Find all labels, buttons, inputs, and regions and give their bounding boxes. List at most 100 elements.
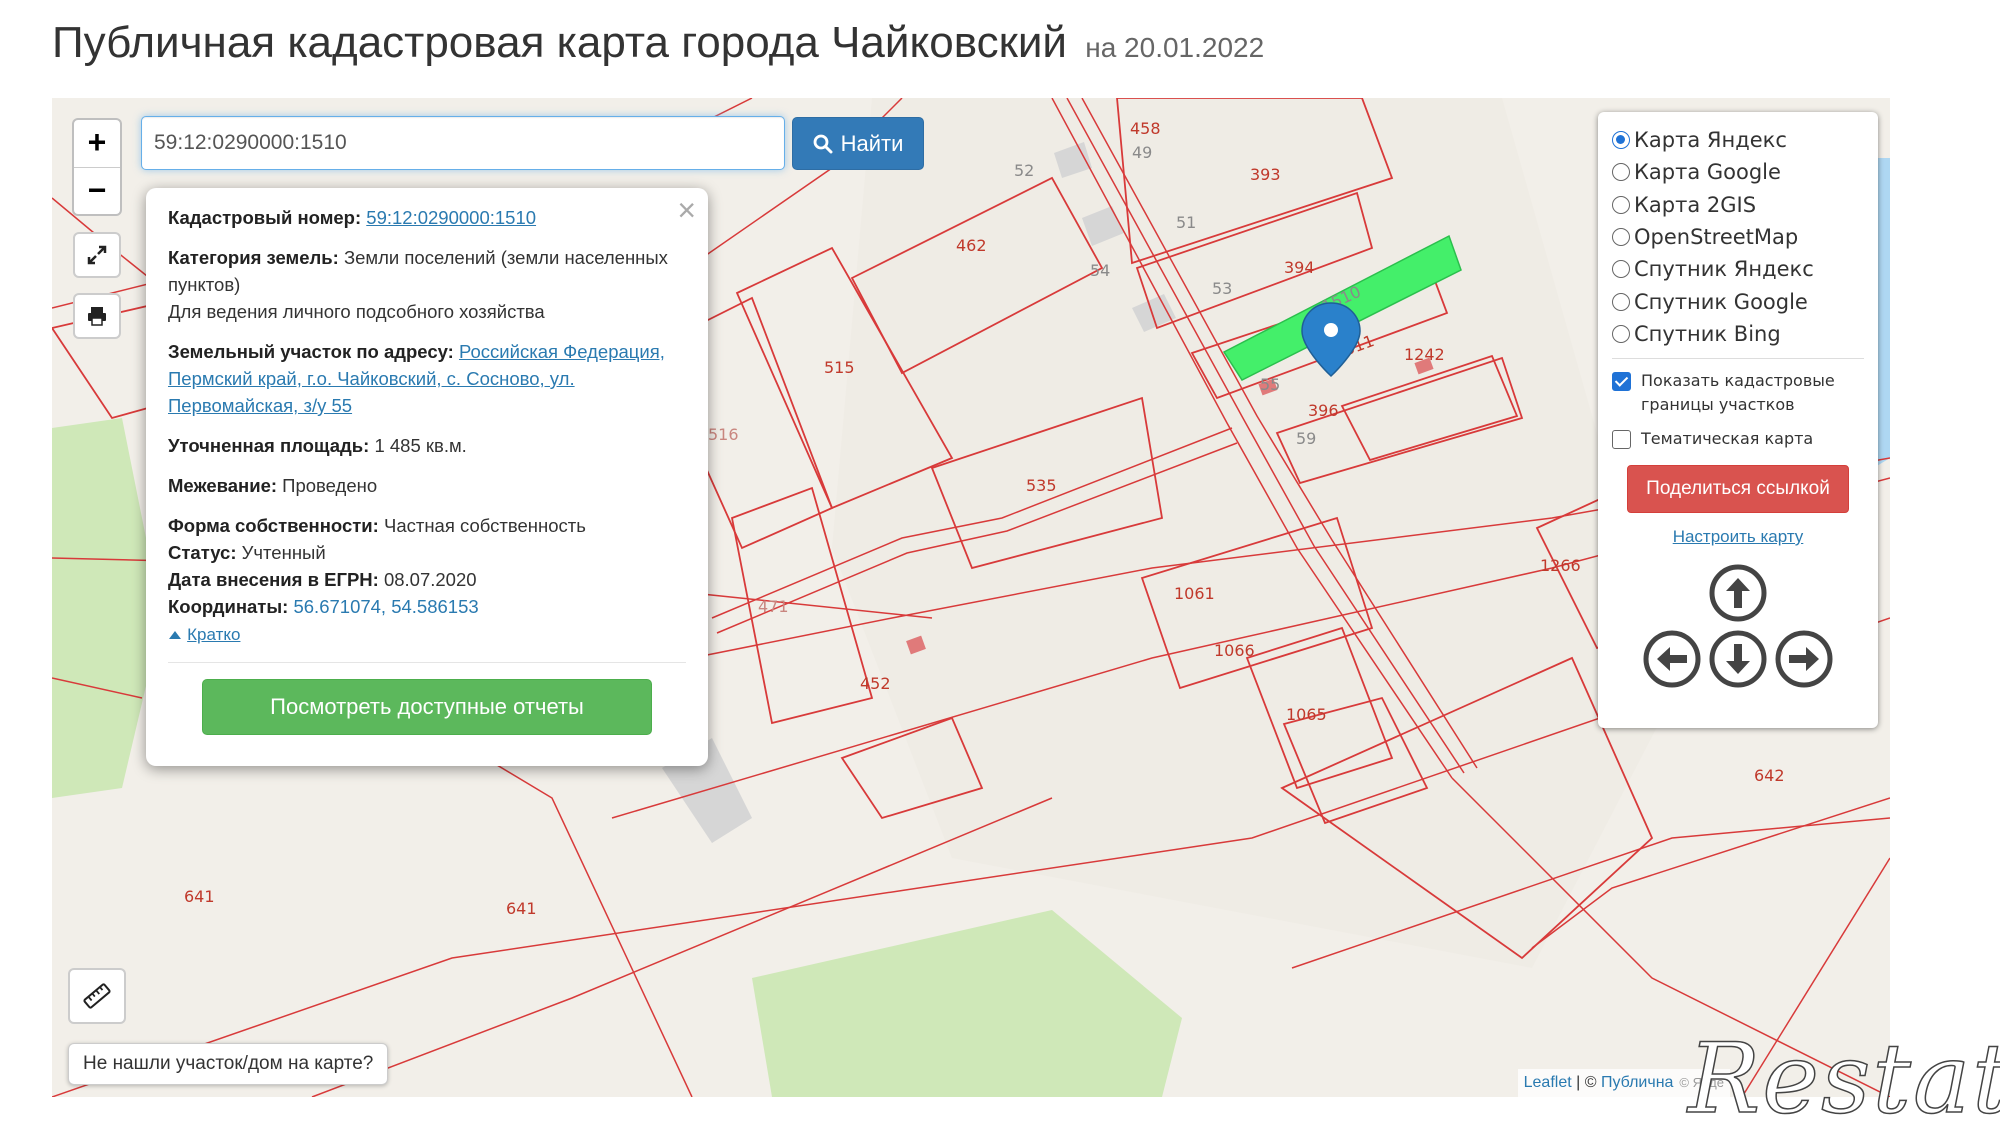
zoom-in-button[interactable]: + bbox=[74, 120, 120, 167]
parcel-label: 53 bbox=[1212, 279, 1232, 298]
address-label: Земельный участок по адресу: bbox=[168, 341, 454, 362]
leaflet-link[interactable]: Leaflet bbox=[1524, 1074, 1572, 1091]
area-value: 1 485 кв.м. bbox=[374, 435, 467, 456]
egrn-value: 08.07.2020 bbox=[383, 569, 477, 590]
usage-text: Для ведения личного подсобного хозяйства bbox=[168, 301, 545, 322]
search-icon bbox=[813, 134, 833, 153]
expand-icon bbox=[87, 245, 107, 265]
measure-button[interactable] bbox=[68, 968, 126, 1024]
egrn-label: Дата внесения в ЕГРН: bbox=[168, 569, 379, 590]
search-input[interactable] bbox=[141, 116, 785, 170]
layer-option-2gis-map[interactable]: Карта 2GIS bbox=[1612, 189, 1864, 221]
arrow-left-circle-icon[interactable] bbox=[1642, 629, 1702, 689]
show-borders-toggle[interactable]: Показать кадастровые границы участков bbox=[1612, 369, 1864, 417]
zoom-control: + − bbox=[72, 118, 122, 216]
radio-button[interactable] bbox=[1612, 195, 1630, 214]
parcel-label: 54 bbox=[1090, 261, 1110, 280]
share-link-button[interactable]: Поделиться ссылкой bbox=[1627, 465, 1849, 514]
radio-button[interactable] bbox=[1612, 292, 1630, 311]
brief-row: Кратко bbox=[168, 620, 686, 648]
thematic-map-checkbox[interactable] bbox=[1612, 430, 1631, 450]
radio-button[interactable] bbox=[1612, 131, 1630, 150]
parcel-label: 641 bbox=[184, 887, 215, 906]
page-title: Публичная кадастровая карта города Чайко… bbox=[52, 18, 1264, 68]
cadastral-map[interactable]: 458 49 393 52 51 462 394 54 53 1510 1511… bbox=[52, 98, 1890, 1097]
parcel-label: 452 bbox=[860, 674, 891, 693]
print-button[interactable] bbox=[73, 293, 121, 339]
fullscreen-button[interactable] bbox=[73, 232, 121, 278]
survey-value: Проведено bbox=[282, 475, 378, 496]
cadastral-label: Кадастровый номер: bbox=[168, 207, 362, 228]
parcel-label: 1242 bbox=[1404, 345, 1445, 364]
public-map-link[interactable]: Публична bbox=[1601, 1074, 1673, 1091]
radio-button[interactable] bbox=[1612, 163, 1630, 182]
status-label: Статус: bbox=[168, 542, 237, 563]
address-row: Земельный участок по адресу: Российская … bbox=[168, 338, 686, 419]
parcel-label: 59 bbox=[1296, 429, 1316, 448]
ruler-icon bbox=[83, 983, 111, 1009]
configure-map-link[interactable]: Настроить карту bbox=[1612, 527, 1864, 547]
restate-watermark-logo: Restate bbox=[1687, 1022, 2000, 1136]
layer-option-label: Карта 2GIS bbox=[1634, 192, 1757, 217]
ownership-row: Форма собственности: Частная собственнос… bbox=[168, 512, 686, 539]
arrow-up-circle-icon[interactable] bbox=[1708, 563, 1768, 623]
layer-option-bing-satellite[interactable]: Спутник Bing bbox=[1612, 318, 1864, 350]
parcel-label: 515 bbox=[824, 358, 855, 377]
view-reports-button[interactable]: Посмотреть доступные отчеты bbox=[202, 679, 652, 735]
not-found-button[interactable]: Не нашли участок/дом на карте? bbox=[68, 1043, 389, 1085]
layer-option-label: Карта Яндекс bbox=[1634, 128, 1787, 153]
show-borders-checkbox[interactable] bbox=[1612, 372, 1631, 392]
layer-option-label: Спутник Google bbox=[1634, 289, 1808, 314]
area-label: Уточненная площадь: bbox=[168, 435, 370, 456]
parcel-label: 471 bbox=[758, 597, 789, 616]
radio-button[interactable] bbox=[1612, 260, 1630, 279]
coords-label: Координаты: bbox=[168, 596, 289, 617]
page-title-text: Публичная кадастровая карта города Чайко… bbox=[52, 18, 1067, 67]
egrn-row: Дата внесения в ЕГРН: 08.07.2020 bbox=[168, 566, 686, 593]
arrow-down-circle-icon[interactable] bbox=[1708, 629, 1768, 689]
coords-row: Координаты: 56.671074, 54.586153 bbox=[168, 593, 686, 620]
status-row: Статус: Учтенный bbox=[168, 539, 686, 566]
show-borders-label: Показать кадастровые границы участков bbox=[1641, 371, 1835, 415]
brief-link[interactable]: Кратко bbox=[187, 625, 240, 644]
coords-value[interactable]: 56.671074, 54.586153 bbox=[293, 596, 478, 617]
parcel-label: 641 bbox=[506, 899, 537, 918]
parcel-label: 55 bbox=[1260, 375, 1280, 394]
attribution-separator: | © bbox=[1571, 1074, 1601, 1091]
layer-option-label: Спутник Яндекс bbox=[1634, 257, 1814, 282]
parcel-label: 1061 bbox=[1174, 584, 1215, 603]
layer-option-yandex-satellite[interactable]: Спутник Яндекс bbox=[1612, 253, 1864, 285]
layer-option-google-map[interactable]: Карта Google bbox=[1612, 156, 1864, 188]
parcel-label: 516 bbox=[708, 425, 739, 444]
thematic-map-toggle[interactable]: Тематическая карта bbox=[1612, 427, 1864, 451]
cadastral-link[interactable]: 59:12:0290000:1510 bbox=[366, 207, 536, 228]
layer-option-label: OpenStreetMap bbox=[1634, 225, 1799, 250]
zoom-out-button[interactable]: − bbox=[74, 167, 120, 214]
layer-option-label: Спутник Bing bbox=[1634, 321, 1781, 346]
layer-option-osm[interactable]: OpenStreetMap bbox=[1612, 221, 1864, 253]
map-pan-controls bbox=[1612, 563, 1864, 693]
ownership-label: Форма собственности: bbox=[168, 515, 379, 536]
close-icon[interactable]: × bbox=[677, 192, 696, 228]
radio-button[interactable] bbox=[1612, 228, 1630, 247]
printer-icon bbox=[88, 307, 106, 326]
parcel-label: 1266 bbox=[1540, 556, 1581, 575]
survey-row: Межевание: Проведено bbox=[168, 472, 686, 499]
parcel-label: 642 bbox=[1754, 766, 1785, 785]
parcel-label: 535 bbox=[1026, 476, 1057, 495]
search-button[interactable]: Найти bbox=[792, 117, 924, 170]
layer-option-google-satellite[interactable]: Спутник Google bbox=[1612, 285, 1864, 317]
arrow-right-circle-icon[interactable] bbox=[1774, 629, 1834, 689]
parcel-info-popup: × Кадастровый номер: 59:12:0290000:1510 … bbox=[146, 188, 708, 766]
parcel-label: 393 bbox=[1250, 165, 1281, 184]
popup-divider bbox=[168, 662, 686, 663]
parcel-label: 462 bbox=[956, 236, 987, 255]
layer-option-yandex-map[interactable]: Карта Яндекс bbox=[1612, 124, 1864, 156]
radio-button[interactable] bbox=[1612, 324, 1630, 343]
parcel-label: 49 bbox=[1132, 143, 1152, 162]
parcel-label: 1065 bbox=[1286, 705, 1327, 724]
cadastral-row: Кадастровый номер: 59:12:0290000:1510 bbox=[168, 204, 686, 231]
category-label: Категория земель: bbox=[168, 247, 339, 268]
parcel-label: 394 bbox=[1284, 258, 1315, 277]
layer-option-label: Карта Google bbox=[1634, 160, 1781, 185]
